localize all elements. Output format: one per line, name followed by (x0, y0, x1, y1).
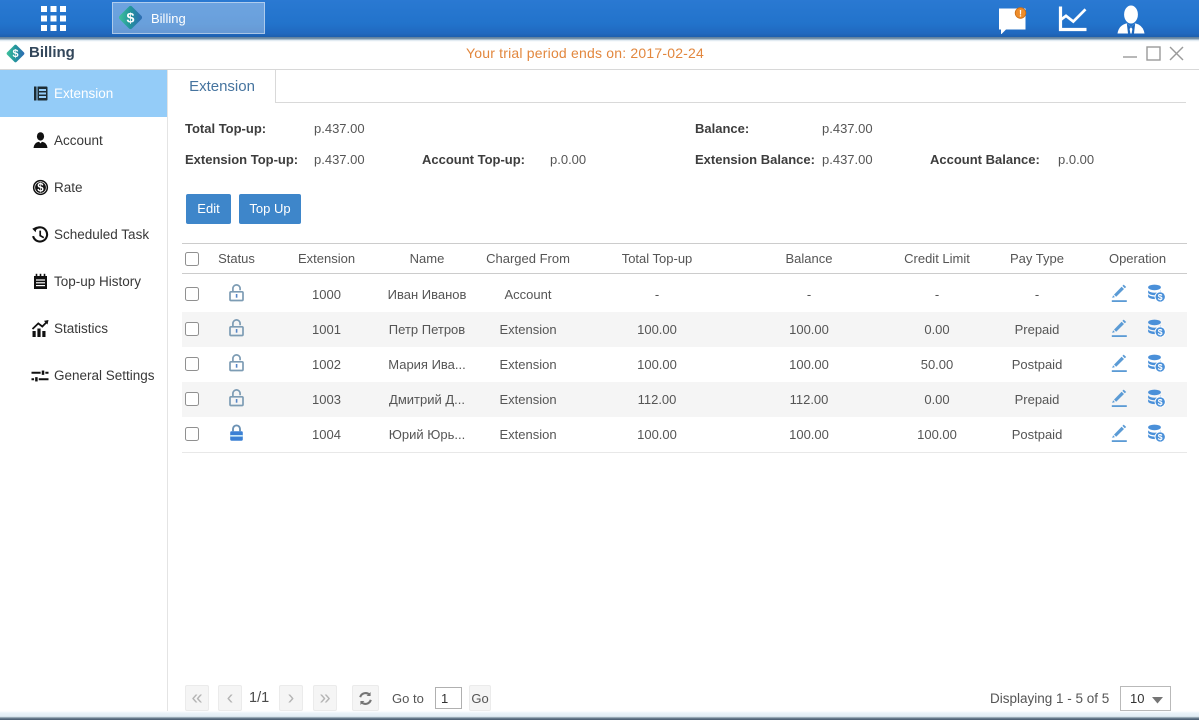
svg-text:$: $ (37, 183, 44, 195)
svg-text:$: $ (1158, 292, 1163, 302)
svg-text:$: $ (127, 10, 135, 26)
svg-text:$: $ (1158, 362, 1163, 372)
svg-text:$: $ (1158, 432, 1163, 442)
svg-text:$: $ (1158, 397, 1163, 407)
svg-text:$: $ (1158, 327, 1163, 337)
svg-text:!: ! (1019, 8, 1022, 18)
